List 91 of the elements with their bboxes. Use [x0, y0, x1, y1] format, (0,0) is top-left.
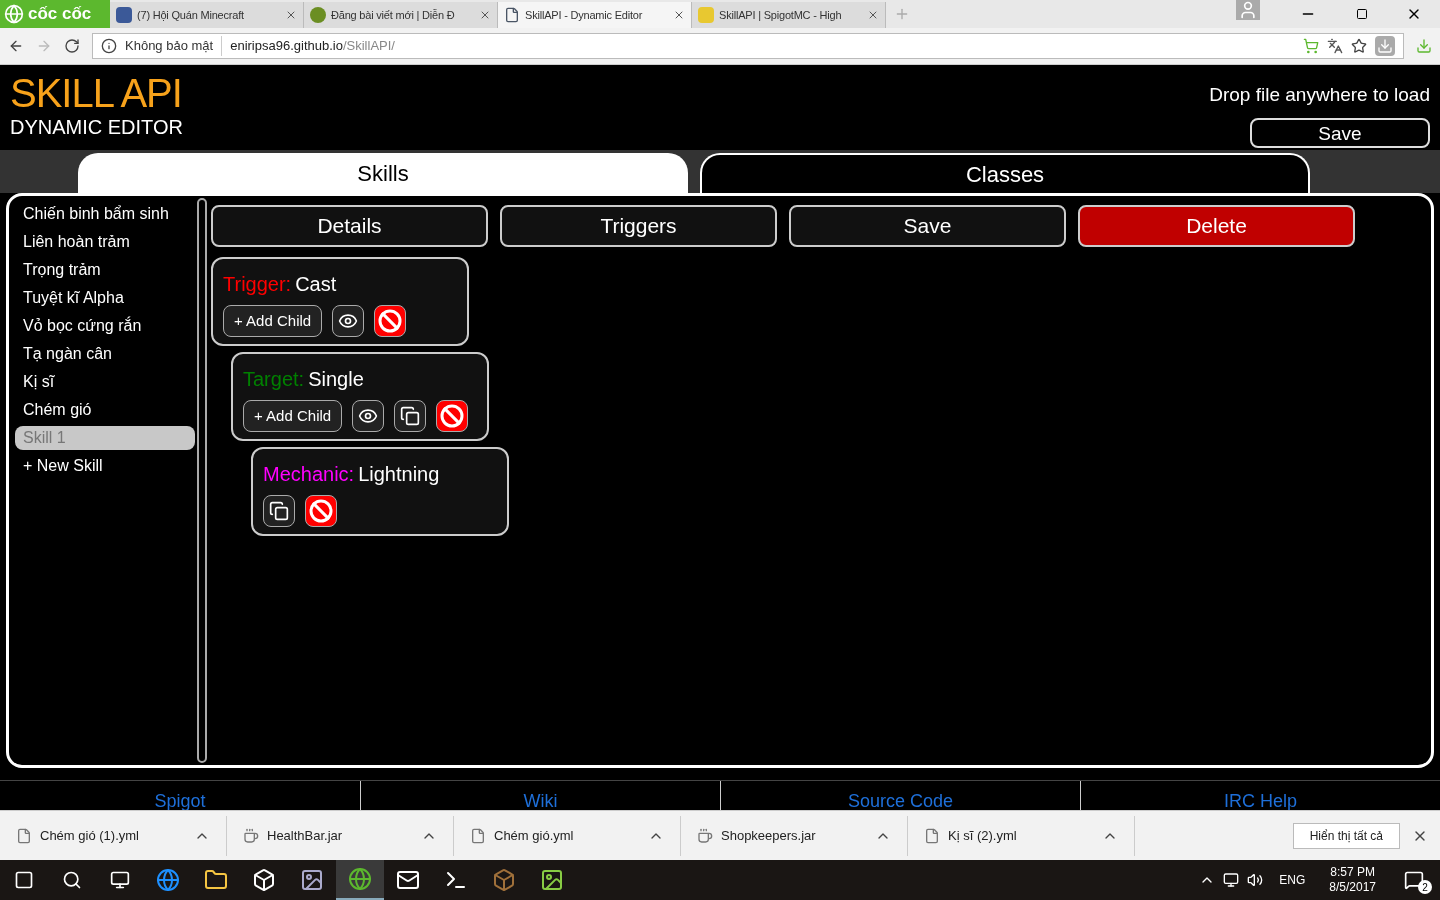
- ban-icon: [378, 309, 403, 333]
- eye-button[interactable]: [332, 305, 365, 337]
- show-all-button[interactable]: Hiển thị tất cả: [1292, 822, 1400, 849]
- main-tab[interactable]: Classes: [700, 153, 1310, 193]
- page-icon: [504, 7, 520, 23]
- clock-time: 8:57 PM: [1330, 865, 1375, 880]
- crate-icon[interactable]: [492, 868, 516, 892]
- action-button[interactable]: Save: [789, 205, 1066, 247]
- mail-icon[interactable]: [396, 868, 420, 892]
- action-button[interactable]: Delete: [1078, 205, 1355, 247]
- browser-tab[interactable]: (7) Hội Quán Minecraft: [110, 2, 304, 28]
- language-indicator[interactable]: ENG: [1279, 871, 1306, 889]
- jar-file-icon: [243, 827, 259, 844]
- url-text: eniripsa96.github.io/SkillAPI/: [230, 37, 395, 56]
- component-name: Cast: [295, 272, 337, 297]
- download-item[interactable]: HealthBar.jar: [227, 815, 454, 856]
- eye-icon: [358, 406, 379, 426]
- component-name: Single: [308, 367, 364, 392]
- brand-name: cốc cốc: [28, 3, 92, 26]
- reload-icon[interactable]: [64, 38, 80, 54]
- ban-icon: [309, 499, 333, 523]
- network-icon[interactable]: [1223, 872, 1240, 888]
- action-button[interactable]: Details: [211, 205, 488, 247]
- drop-hint: Drop file anywhere to load: [1209, 83, 1430, 107]
- logo-title: SKILL API: [10, 73, 183, 113]
- browser-tab[interactable]: Đăng bài viết mới | Diễn Đ: [304, 2, 498, 28]
- skill-item[interactable]: Chém gió: [15, 398, 195, 422]
- photo-app-icon[interactable]: [300, 868, 324, 892]
- download-item[interactable]: Chém gió.yml: [454, 815, 681, 856]
- close-icon[interactable]: [285, 9, 297, 21]
- globe-icon: [310, 7, 326, 23]
- jar-file-icon: [697, 827, 713, 844]
- copy-icon: [269, 501, 289, 521]
- security-label: Không bảo mật: [125, 36, 223, 56]
- skill-item[interactable]: Liên hoàn trảm: [15, 230, 195, 254]
- skill-item[interactable]: Trọng trảm: [15, 258, 195, 282]
- close-icon[interactable]: [673, 9, 685, 21]
- eye-button[interactable]: [352, 400, 385, 432]
- skill-item[interactable]: Tuyệt kĩ Alpha: [15, 286, 195, 310]
- close-icon[interactable]: [867, 9, 879, 21]
- footer-link[interactable]: Spigot: [154, 792, 206, 810]
- ban-icon: [440, 404, 465, 428]
- back-icon[interactable]: [8, 38, 24, 54]
- delete-button[interactable]: [436, 400, 469, 432]
- store-icon[interactable]: [252, 868, 276, 892]
- browser-tab[interactable]: SkillAPI | SpigotMC - High: [692, 2, 886, 28]
- notification-count: 2: [1418, 880, 1432, 894]
- translate-icon[interactable]: [1327, 38, 1343, 54]
- delete-button[interactable]: [305, 495, 337, 527]
- eye-icon: [338, 311, 359, 331]
- copy-icon: [400, 406, 421, 426]
- clock-date: 8/5/2017: [1329, 880, 1376, 895]
- close-icon[interactable]: [479, 9, 491, 21]
- file-icon: [470, 827, 486, 844]
- new-skill-link[interactable]: + New Skill: [15, 454, 195, 478]
- search-icon[interactable]: [62, 870, 82, 890]
- star-icon[interactable]: [1351, 38, 1367, 54]
- address-bar[interactable]: Không bảo mật eniripsa96.github.io/SkillAPI/: [92, 33, 1404, 59]
- action-button[interactable]: Triggers: [500, 205, 777, 247]
- file-icon: [16, 827, 32, 844]
- component-type: Mechanic:: [263, 462, 355, 487]
- component-type: Trigger:: [223, 272, 292, 297]
- browser-tab[interactable]: SkillAPI - Dynamic Editor: [498, 2, 692, 28]
- notifications-icon[interactable]: [1404, 870, 1424, 890]
- download-item[interactable]: Shopkeepers.jar: [681, 815, 908, 856]
- add-child-button[interactable]: + Add Child: [223, 305, 323, 337]
- add-child-button[interactable]: + Add Child: [243, 400, 343, 432]
- component-type: Target:: [243, 367, 305, 392]
- file-icon: [924, 827, 940, 844]
- volume-icon[interactable]: [1247, 872, 1264, 888]
- footer-link[interactable]: Source Code: [847, 792, 954, 810]
- save-button[interactable]: Save: [1250, 117, 1430, 148]
- skill-item[interactable]: Vỏ bọc cứng rắn: [15, 314, 195, 338]
- download-item[interactable]: Chém gió (1).yml: [0, 815, 227, 856]
- footer-link[interactable]: IRC Help: [1224, 792, 1297, 810]
- browser-taskbar-button[interactable]: [336, 860, 384, 900]
- scrollbar[interactable]: [197, 198, 207, 763]
- main-tab[interactable]: Skills: [78, 153, 688, 193]
- logo-subtitle: DYNAMIC EDITOR: [10, 117, 183, 137]
- skill-item[interactable]: Tạ ngàn cân: [15, 342, 195, 366]
- skill-item[interactable]: Chiến binh bẩm sinh: [15, 202, 195, 226]
- info-icon: [101, 38, 117, 54]
- folder-icon[interactable]: [204, 868, 228, 892]
- delete-button[interactable]: [374, 305, 407, 337]
- restore-icon[interactable]: [1356, 8, 1368, 20]
- component-name: Lightning: [358, 462, 440, 487]
- copy-button[interactable]: [263, 495, 295, 527]
- skill-item[interactable]: Kị sĩ: [15, 370, 195, 394]
- copy-button[interactable]: [394, 400, 427, 432]
- download-item[interactable]: Kị sĩ (2).yml: [908, 815, 1135, 856]
- footer-link[interactable]: Wiki: [523, 792, 558, 810]
